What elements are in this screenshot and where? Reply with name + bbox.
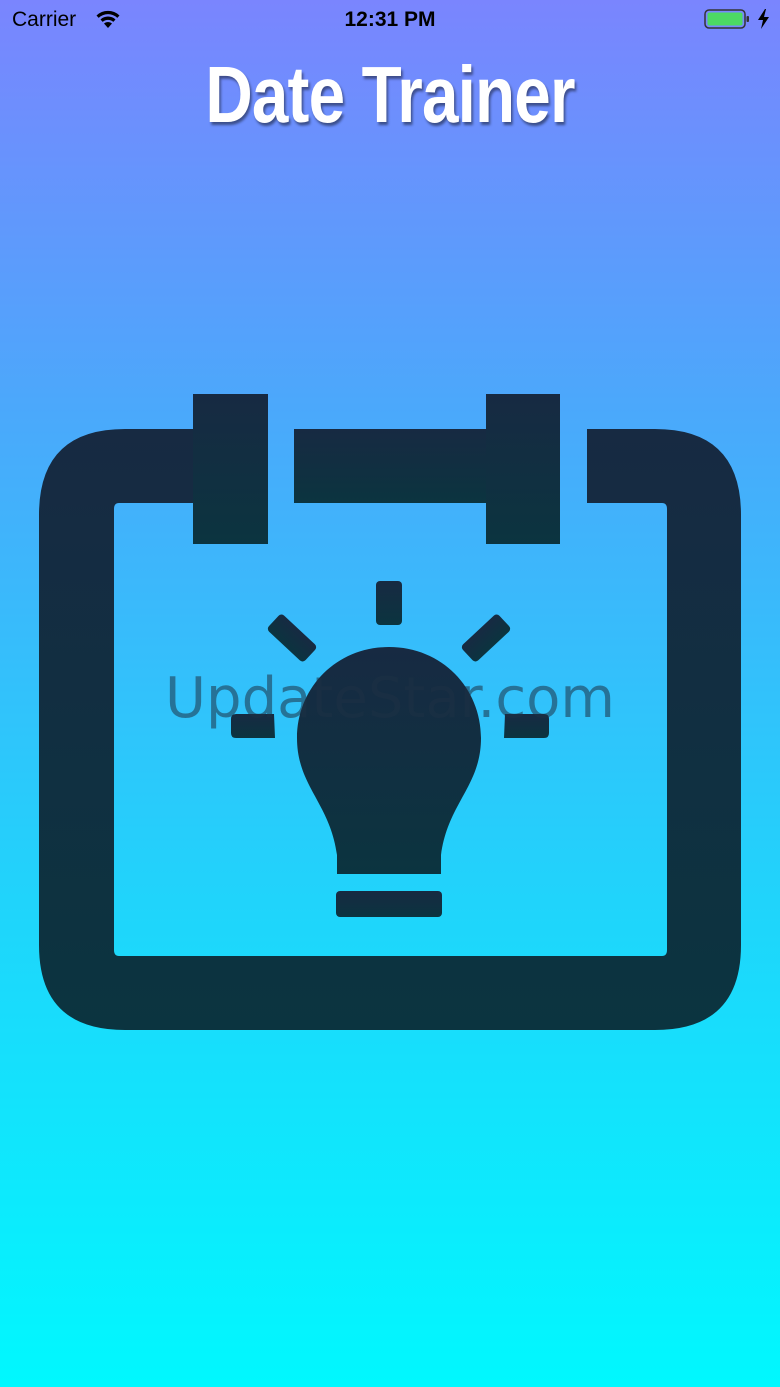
watermark-text: UpdateStar.com (165, 666, 615, 731)
